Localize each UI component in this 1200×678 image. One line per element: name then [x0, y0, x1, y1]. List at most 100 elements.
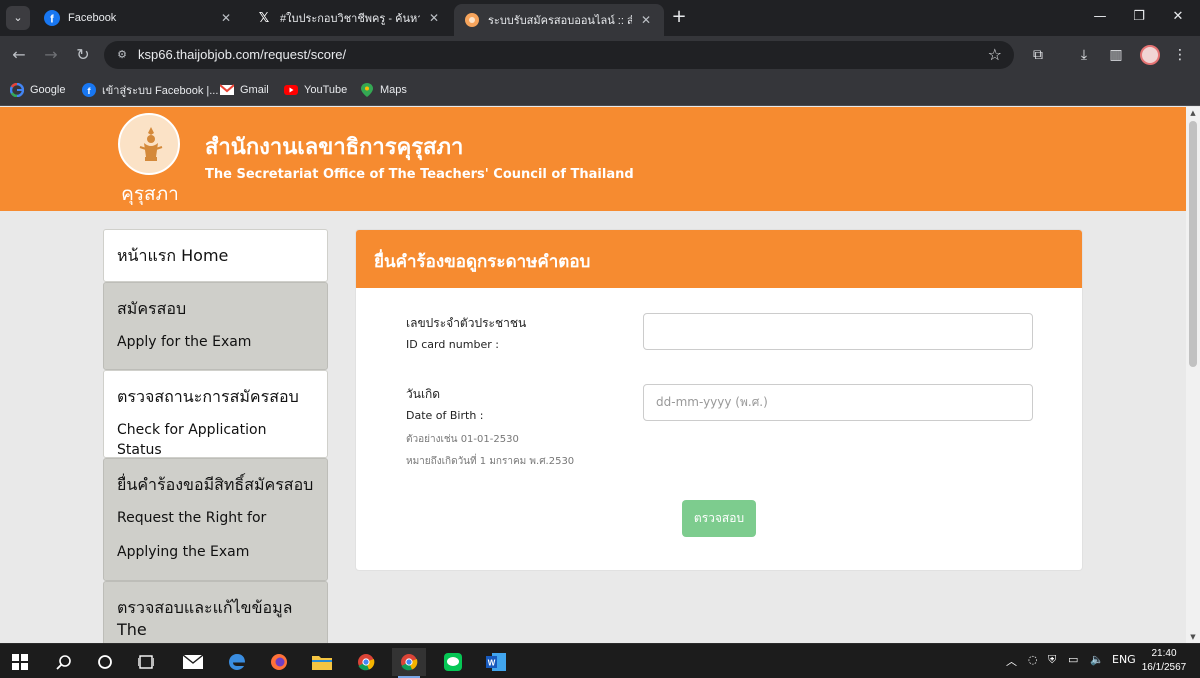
system-clock[interactable]: 21:40 16/1/2567 — [1134, 647, 1194, 675]
bookmark-label: YouTube — [304, 84, 348, 96]
date-of-birth-input[interactable]: dd-mm-yyyy (พ.ศ.) — [643, 384, 1033, 421]
bookmark-google[interactable]: Google — [10, 81, 65, 99]
tab-ksp-exam[interactable]: ระบบรับสมัครสอบออนไลน์ :: สำนักงาน ✕ — [454, 4, 664, 36]
google-icon — [10, 83, 24, 97]
tab-x-search[interactable]: 𝕏 #ใบประกอบวิชาชีพครู - ค้นหา / X ✕ — [246, 4, 452, 32]
bookmark-label: Gmail — [240, 84, 269, 96]
close-tab-icon[interactable]: ✕ — [426, 11, 442, 25]
sidebar-item-label-th: ยื่นคำร้องขอมีสิทธิ์สมัครสอบ — [117, 475, 314, 494]
bookmark-gmail[interactable]: Gmail — [220, 81, 269, 99]
tab-facebook[interactable]: f Facebook ✕ — [34, 4, 244, 32]
browser-tab-strip: ⌄ f Facebook ✕ 𝕏 #ใบประกอบวิชาชีพครู - ค… — [0, 0, 1200, 36]
windows-taskbar: W ︿ ◌ ⛨ ▭ 🔈 ENG 21:40 16/1/2567 — [0, 643, 1200, 678]
sidebar-item-label: หน้าแรก Home — [117, 246, 229, 265]
ksp-favicon-icon — [464, 12, 480, 28]
chrome-icon[interactable] — [349, 648, 383, 676]
close-window-button[interactable]: ✕ — [1163, 6, 1193, 28]
gmail-icon — [220, 83, 234, 97]
svg-text:f: f — [50, 14, 54, 26]
sidebar-item-label-en: Check for Application Status — [117, 422, 267, 458]
bookmarks-bar: Google f เข้าสู่ระบบ Facebook |... Gmail… — [0, 74, 1200, 106]
page-viewport: คุรุสภา สำนักงานเลขาธิการคุรุสภา The Sec… — [0, 107, 1186, 643]
bookmark-maps[interactable]: Maps — [360, 81, 407, 99]
facebook-icon: f — [82, 83, 96, 97]
forward-icon[interactable]: → — [40, 44, 62, 66]
bookmark-star-icon[interactable]: ☆ — [988, 45, 1002, 64]
id-card-label-en: ID card number : — [406, 338, 499, 351]
scrollbar-thumb[interactable] — [1189, 121, 1197, 367]
dob-meaning-hint: หมายถึงเกิดวันที่ 1 มกราคม พ.ศ.2530 — [406, 456, 575, 467]
sidebar-item-label-th: สมัครสอบ — [117, 299, 187, 318]
dob-example-hint: ตัวอย่างเช่น 01-01-2530 — [406, 434, 519, 445]
check-submit-button[interactable]: ตรวจสอบ — [682, 500, 756, 537]
mail-icon[interactable] — [176, 648, 210, 676]
url-text: ksp66.thaijobjob.com/request/score/ — [138, 47, 347, 62]
edge-icon[interactable] — [220, 648, 254, 676]
volume-icon[interactable]: 🔈 — [1090, 653, 1104, 666]
dob-label-en: Date of Birth : — [406, 409, 484, 422]
clock-date: 16/1/2567 — [1141, 662, 1187, 673]
page-scrollbar[interactable]: ▲ ▼ — [1186, 107, 1200, 643]
org-name-english: The Secretariat Office of The Teachers' … — [205, 167, 634, 182]
request-answer-sheet-form: ยื่นคำร้องขอดูกระดาษคำตอบ เลขประจำตัวประ… — [355, 229, 1083, 571]
sidebar-item-apply-exam[interactable]: สมัครสอบ Apply for the Exam — [103, 282, 328, 370]
cortana-icon[interactable] — [88, 648, 122, 676]
x-icon: 𝕏 — [258, 10, 270, 26]
menu-kebab-icon[interactable]: ⋮ — [1170, 45, 1190, 65]
sidebar-item-home[interactable]: หน้าแรก Home — [103, 229, 328, 282]
extensions-icon[interactable]: ⧉ — [1028, 45, 1048, 65]
sidebar-item-label-th: ตรวจสอบและแก้ไขข้อมูล The — [117, 598, 293, 639]
ksp-seal-icon — [118, 113, 180, 175]
form-title: ยื่นคำร้องขอดูกระดาษคำตอบ — [374, 252, 591, 272]
search-icon[interactable] — [47, 648, 81, 676]
youtube-icon — [284, 83, 298, 97]
dob-label-th: วันเกิด — [406, 387, 441, 401]
maps-icon — [360, 83, 374, 97]
site-info-icon[interactable]: ⚙ — [114, 47, 130, 63]
scroll-up-arrow-icon[interactable]: ▲ — [1186, 107, 1200, 119]
tab-title: Facebook — [68, 12, 117, 24]
sidebar-item-edit-data[interactable]: ตรวจสอบและแก้ไขข้อมูล The ... — [103, 581, 328, 643]
address-bar[interactable]: ⚙ ksp66.thaijobjob.com/request/score/ ☆ — [104, 41, 1014, 69]
download-icon[interactable]: ⤓ — [1074, 45, 1094, 65]
profile-avatar[interactable] — [1140, 45, 1160, 65]
minimize-button[interactable]: — — [1085, 6, 1115, 28]
firefox-icon[interactable] — [262, 648, 296, 676]
line-icon[interactable] — [436, 648, 470, 676]
tab-title: #ใบประกอบวิชาชีพครู - ค้นหา / X — [280, 13, 420, 25]
restore-button[interactable]: ❐ — [1124, 6, 1154, 28]
logo-text: คุรุสภา — [121, 183, 179, 205]
bookmark-facebook-login[interactable]: f เข้าสู่ระบบ Facebook |... — [82, 81, 218, 99]
show-hidden-icons-chevron-icon[interactable]: ︿ — [1006, 653, 1017, 669]
bookmark-youtube[interactable]: YouTube — [284, 81, 347, 99]
facebook-icon: f — [44, 10, 60, 26]
new-tab-button[interactable]: + — [668, 6, 690, 28]
sidebar-item-request-right[interactable]: ยื่นคำร้องขอมีสิทธิ์สมัครสอบ Request the… — [103, 458, 328, 581]
tab-search-chevron-icon[interactable]: ⌄ — [6, 6, 30, 30]
close-tab-icon[interactable]: ✕ — [218, 11, 234, 25]
task-view-icon[interactable] — [129, 648, 163, 676]
browser-toolbar: ← → ↻ ⚙ ksp66.thaijobjob.com/request/sco… — [0, 36, 1200, 74]
windows-start-icon[interactable] — [3, 648, 37, 676]
close-tab-icon[interactable]: ✕ — [638, 13, 654, 27]
input-language[interactable]: ENG — [1112, 653, 1136, 666]
site-header: คุรุสภา สำนักงานเลขาธิการคุรุสภา The Sec… — [0, 107, 1186, 211]
battery-icon[interactable]: ▭ — [1068, 653, 1078, 666]
bookmark-label: เข้าสู่ระบบ Facebook |... — [102, 85, 219, 97]
back-icon[interactable]: ← — [8, 44, 30, 66]
sidebar-item-check-status[interactable]: ตรวจสถานะการสมัครสอบ Check for Applicati… — [103, 370, 328, 458]
org-name-thai: สำนักงานเลขาธิการคุรุสภา — [205, 135, 464, 160]
id-card-input[interactable] — [643, 313, 1033, 350]
form-header: ยื่นคำร้องขอดูกระดาษคำตอบ — [356, 230, 1082, 288]
file-explorer-icon[interactable] — [305, 648, 339, 676]
word-icon[interactable]: W — [479, 648, 513, 676]
security-shield-icon[interactable]: ⛨ — [1048, 653, 1056, 667]
network-icon[interactable]: ◌ — [1028, 653, 1038, 666]
chrome-active-window-icon[interactable] — [392, 648, 426, 678]
id-card-label-th: เลขประจำตัวประชาชน — [406, 316, 527, 330]
sidebar-item-label-th: ตรวจสถานะการสมัครสอบ — [117, 387, 299, 406]
scroll-down-arrow-icon[interactable]: ▼ — [1186, 631, 1200, 643]
reload-icon[interactable]: ↻ — [72, 44, 94, 66]
ksp-logo[interactable]: คุรุสภา — [116, 113, 184, 207]
side-panel-icon[interactable]: ▥ — [1106, 45, 1126, 65]
